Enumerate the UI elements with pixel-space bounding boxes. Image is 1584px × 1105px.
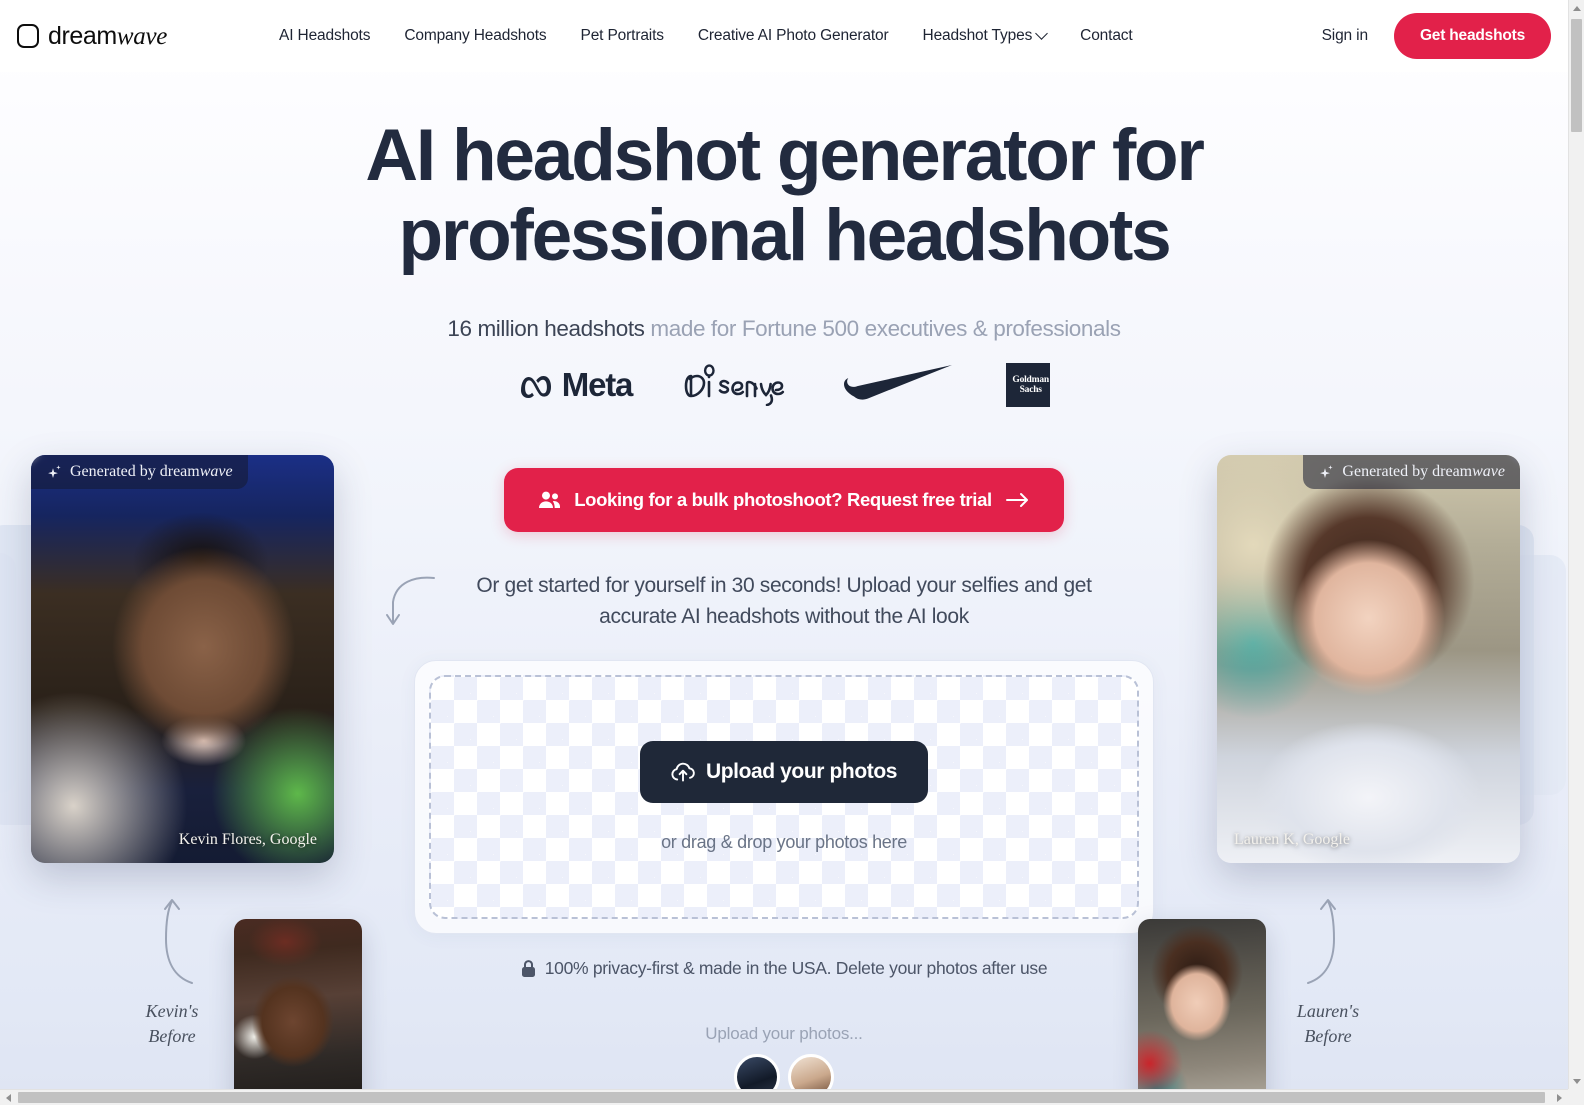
horizontal-scrollbar[interactable] bbox=[0, 1089, 1568, 1105]
before-photo-kevin[interactable] bbox=[234, 919, 362, 1090]
sparkle-icon bbox=[1320, 464, 1334, 478]
generated-headshot-card-kevin[interactable]: Generated by dreamwave Kevin Flores, Goo… bbox=[31, 455, 334, 863]
nav-item-label: Headshot Types bbox=[922, 27, 1033, 44]
nav-item-pet-portraits[interactable]: Pet Portraits bbox=[581, 27, 664, 45]
upload-instruction: Or get started for yourself in 30 second… bbox=[386, 570, 1114, 632]
before-label-lauren: Lauren's Before bbox=[1296, 1001, 1360, 1046]
headshot-caption-kevin: Kevin Flores, Google bbox=[178, 831, 317, 848]
generated-by-dreamwave-badge: Generated by dreamwave bbox=[31, 455, 248, 489]
drag-drop-hint: or drag & drop your photos here bbox=[661, 832, 907, 853]
showcase-left: Generated by dreamwave Kevin Flores, Goo… bbox=[0, 455, 362, 1090]
goldman-sachs-mark: Goldman Sachs bbox=[1006, 363, 1051, 408]
before-photo-image bbox=[1138, 919, 1266, 1090]
generated-headshot-card-lauren[interactable]: Generated by dreamwave Lauren K, Google bbox=[1217, 455, 1520, 863]
headshot-caption-lauren: Lauren K, Google bbox=[1234, 831, 1350, 848]
disney-logo bbox=[684, 364, 792, 407]
headshot-image-lauren bbox=[1217, 455, 1520, 863]
scroll-right-arrow[interactable] bbox=[1551, 1090, 1568, 1105]
dreamwave-logo[interactable]: dreamwave bbox=[17, 22, 167, 51]
upload-instruction-text: Or get started for yourself in 30 second… bbox=[476, 574, 1092, 629]
scroll-down-arrow[interactable] bbox=[1569, 1073, 1584, 1090]
before-label-kevin: Kevin's Before bbox=[145, 1001, 199, 1046]
nav-item-contact[interactable]: Contact bbox=[1080, 27, 1133, 45]
goldman-line-1: Goldman bbox=[1012, 374, 1049, 385]
hero-subline: 16 million headshots made for Fortune 50… bbox=[0, 316, 1568, 342]
curved-arrow-down-icon bbox=[386, 576, 435, 626]
before-photo-lauren[interactable] bbox=[1138, 919, 1266, 1090]
goldman-line-2: Sachs bbox=[1019, 385, 1042, 396]
upload-button-label: Upload your photos bbox=[705, 760, 898, 784]
horizontal-scrollbar-thumb[interactable] bbox=[18, 1092, 1545, 1103]
meta-logo-label: Meta bbox=[561, 366, 634, 404]
nav-item-label: Creative AI Photo Generator bbox=[697, 27, 889, 44]
hero-subline-rest: made for Fortune 500 executives & profes… bbox=[644, 316, 1121, 342]
privacy-note-text: 100% privacy-first & made in the USA. De… bbox=[544, 958, 1048, 979]
nav-item-creative-ai-photo-generator[interactable]: Creative AI Photo Generator bbox=[698, 27, 889, 45]
arrow-right-icon bbox=[1005, 493, 1028, 508]
bulk-cta-label: Looking for a bulk photoshoot? Request f… bbox=[574, 489, 992, 511]
meta-logo: Meta bbox=[518, 366, 634, 404]
upload-your-photos-button[interactable]: Upload your photos bbox=[639, 741, 929, 804]
users-group-icon bbox=[539, 491, 561, 509]
sparkle-icon bbox=[48, 464, 61, 478]
hero-subline-strong: 16 million headshots bbox=[447, 316, 645, 342]
nav-item-ai-headshots[interactable]: AI Headshots bbox=[279, 27, 370, 45]
goldman-sachs-logo: Goldman Sachs bbox=[1006, 363, 1051, 408]
browser-viewport: dreamwave AI Headshots Company Headshots… bbox=[0, 0, 1584, 1105]
request-free-trial-button[interactable]: Looking for a bulk photoshoot? Request f… bbox=[504, 468, 1064, 533]
generated-by-dreamwave-badge: Generated by dreamwave bbox=[1303, 455, 1520, 489]
client-logo-row: Meta Goldman Sachs bbox=[0, 358, 1568, 412]
vertical-scrollbar[interactable] bbox=[1568, 0, 1584, 1090]
upload-dropzone[interactable]: Upload your photos or drag & drop your p… bbox=[429, 675, 1139, 920]
curved-arrow-up-icon bbox=[164, 899, 193, 984]
nike-swoosh-icon bbox=[844, 365, 953, 400]
before-row-lauren: Lauren's Before bbox=[1138, 895, 1372, 1090]
page-title: AI headshot generator for professional h… bbox=[365, 115, 1205, 276]
nav-item-label: Pet Portraits bbox=[580, 27, 664, 44]
nav-item-label: Company Headshots bbox=[404, 27, 547, 44]
page-content: dreamwave AI Headshots Company Headshots… bbox=[0, 0, 1568, 1090]
sign-in-link[interactable]: Sign in bbox=[1322, 27, 1368, 45]
scroll-left-arrow[interactable] bbox=[0, 1090, 17, 1105]
nike-logo bbox=[844, 365, 954, 405]
nav-item-headshot-types[interactable]: Headshot Types bbox=[922, 26, 1049, 45]
nav-item-label: Contact bbox=[1080, 27, 1133, 44]
top-navigation-bar: dreamwave AI Headshots Company Headshots… bbox=[0, 0, 1568, 72]
nav-item-label: AI Headshots bbox=[279, 27, 371, 44]
avatar bbox=[788, 1054, 834, 1090]
curved-arrow-up-icon bbox=[1307, 899, 1336, 984]
lock-icon bbox=[521, 959, 535, 977]
nav-links: AI Headshots Company Headshots Pet Portr… bbox=[279, 26, 1133, 45]
vertical-scrollbar-thumb[interactable] bbox=[1571, 19, 1582, 132]
chevron-down-icon bbox=[1035, 26, 1049, 40]
generated-badge-label: Generated by dreamwave bbox=[1342, 463, 1505, 480]
disney-wordmark-icon bbox=[684, 364, 785, 407]
showcase-right: Generated by dreamwave Lauren K, Google … bbox=[1138, 455, 1566, 1090]
avatar bbox=[734, 1054, 780, 1090]
headshot-image-kevin bbox=[31, 455, 334, 863]
scrollbar-corner bbox=[1568, 1089, 1584, 1105]
logo-mark-icon bbox=[17, 24, 39, 48]
get-headshots-button[interactable]: Get headshots bbox=[1393, 13, 1551, 59]
nav-actions: Sign in Get headshots bbox=[1322, 13, 1551, 59]
upload-dropzone-card: Upload your photos or drag & drop your p… bbox=[414, 660, 1154, 935]
cloud-upload-icon bbox=[671, 762, 695, 782]
scroll-up-arrow[interactable] bbox=[1569, 0, 1584, 17]
before-row-kevin: Kevin's Before bbox=[128, 895, 362, 1090]
meta-infinity-icon bbox=[520, 376, 551, 399]
nav-item-company-headshots[interactable]: Company Headshots bbox=[404, 27, 546, 45]
generated-badge-label: Generated by dreamwave bbox=[70, 463, 233, 480]
before-photo-image bbox=[234, 919, 362, 1090]
logo-wordmark: dreamwave bbox=[48, 21, 168, 50]
